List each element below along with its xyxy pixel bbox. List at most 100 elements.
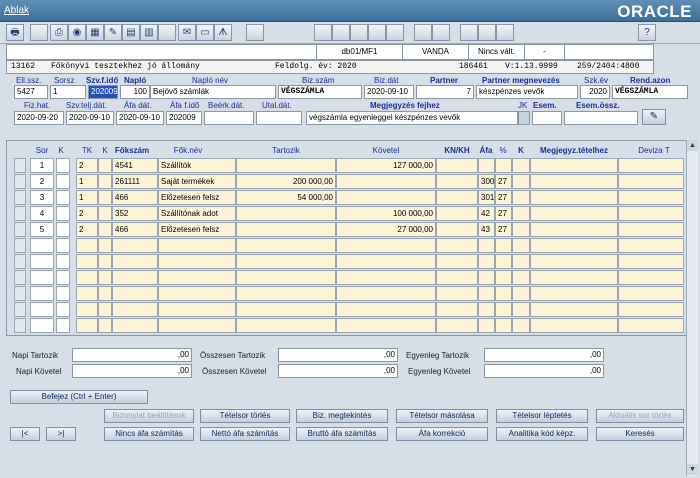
grid-cell-tk[interactable] — [76, 238, 98, 253]
field-partner-megn[interactable]: készpénzes vevők — [476, 85, 578, 99]
brutto-afa-button[interactable]: Bruttó áfa számítás — [296, 427, 388, 441]
grid-cell-foknev[interactable] — [158, 238, 236, 253]
grid-cell-foknev[interactable]: Előzetesen felsz — [158, 190, 236, 205]
field-beerk-dat[interactable] — [204, 111, 254, 125]
kereses-button[interactable]: Keresés — [596, 427, 684, 441]
grid-cell-col8[interactable] — [436, 286, 478, 301]
grid-cell-col12[interactable] — [530, 254, 618, 269]
bizonylat-beallitasok-button[interactable]: Bizonylat beállítások — [104, 409, 194, 423]
grid-cell-tk[interactable]: 2 — [76, 222, 98, 237]
grid-cell-foknev[interactable] — [158, 286, 236, 301]
row-selector[interactable] — [14, 254, 26, 269]
grid-cell-tartozik[interactable] — [236, 270, 336, 285]
row-selector[interactable] — [14, 302, 26, 317]
grid-cell-col11[interactable] — [512, 206, 530, 221]
field-esem-ossz[interactable] — [564, 111, 638, 125]
field-ell-ssz[interactable]: 5427 — [14, 85, 48, 99]
row-selector[interactable] — [14, 158, 26, 173]
grid-cell-tk[interactable]: 1 — [76, 190, 98, 205]
grid-cell-kovetel[interactable] — [336, 190, 436, 205]
scroll-up-icon[interactable]: ▲ — [687, 140, 698, 151]
grid-cell-sor[interactable]: 4 — [30, 206, 54, 221]
grid-cell-col1[interactable] — [56, 302, 70, 317]
grid-cell-afa[interactable] — [478, 270, 495, 285]
grid-cell-col11[interactable] — [512, 254, 530, 269]
grid-cell-col12[interactable] — [530, 302, 618, 317]
field-biz-szam[interactable]: VÉGSZÁMLA — [278, 85, 362, 99]
grid-cell-col13[interactable] — [618, 286, 684, 301]
blank-button[interactable]: . — [158, 24, 176, 41]
blank-button[interactable]: . — [332, 24, 350, 41]
grid-cell-col11[interactable] — [512, 190, 530, 205]
nincs-afa-button[interactable]: Nincs áfa számítás — [104, 427, 194, 441]
grid-cell-col8[interactable] — [436, 254, 478, 269]
grid-cell-col12[interactable] — [530, 174, 618, 189]
printer-icon[interactable]: 🖶 — [6, 24, 24, 41]
grid-cell-col3[interactable] — [98, 286, 112, 301]
grid-cell-foknev[interactable]: Saját termékek — [158, 174, 236, 189]
grid-cell-col1[interactable] — [56, 254, 70, 269]
grid-cell-sor[interactable]: 5 — [30, 222, 54, 237]
grid-cell-tartozik[interactable] — [236, 286, 336, 301]
grid-cell-col12[interactable] — [530, 286, 618, 301]
vertical-scrollbar[interactable]: ▲ ▼ — [686, 140, 698, 476]
blank-button[interactable]: . — [432, 24, 450, 41]
field-naplo-nev[interactable]: Bejövő számlák — [150, 85, 276, 99]
blank-button[interactable]: . — [496, 24, 514, 41]
grid-cell-fokszam[interactable]: 466 — [112, 190, 158, 205]
grid-cell-tartozik[interactable] — [236, 318, 336, 333]
grid-cell-tartozik[interactable] — [236, 302, 336, 317]
blank-button[interactable]: . — [460, 24, 478, 41]
grid-cell-col13[interactable] — [618, 158, 684, 173]
grid-cell-sor[interactable]: 2 — [30, 174, 54, 189]
blank-button[interactable]: . — [30, 24, 48, 41]
grid-cell-afa[interactable]: 300 — [478, 174, 495, 189]
grid-cell-tartozik[interactable] — [236, 158, 336, 173]
grid-cell-col8[interactable] — [436, 270, 478, 285]
grid-cell-foknev[interactable]: Szállítók — [158, 158, 236, 173]
grid-cell-col13[interactable] — [618, 302, 684, 317]
grid-cell-afa[interactable] — [478, 318, 495, 333]
grid-cell-sor[interactable] — [30, 238, 54, 253]
pencil-button[interactable]: ✎ — [642, 109, 666, 125]
grid-cell-afa[interactable] — [478, 238, 495, 253]
grid-cell-tk[interactable]: 1 — [76, 174, 98, 189]
grid-cell-col1[interactable] — [56, 158, 70, 173]
grid-cell-col12[interactable] — [530, 206, 618, 221]
grid-cell-tartozik[interactable] — [236, 254, 336, 269]
row-selector[interactable] — [14, 206, 26, 221]
field-szk-ev[interactable]: 2020 — [580, 85, 610, 99]
grid-cell-kovetel[interactable] — [336, 318, 436, 333]
field-szv-fido[interactable]: 202009 — [88, 85, 118, 99]
grid-cell-col11[interactable] — [512, 286, 530, 301]
grid-cell-fokszam[interactable]: 466 — [112, 222, 158, 237]
grid-cell-pct[interactable]: 27 — [495, 190, 512, 205]
grid-cell-kovetel[interactable]: 127 000,00 — [336, 158, 436, 173]
globe-icon[interactable]: ◉ — [68, 24, 86, 41]
grid-cell-pct[interactable] — [495, 254, 512, 269]
grid-cell-sor[interactable]: 3 — [30, 190, 54, 205]
biz-megtekintes-button[interactable]: Biz. megtekintés — [296, 409, 388, 423]
grid-cell-col3[interactable] — [98, 222, 112, 237]
grid-cell-afa[interactable] — [478, 302, 495, 317]
grid-cell-fokszam[interactable] — [112, 286, 158, 301]
row-selector[interactable] — [14, 174, 26, 189]
analitika-button[interactable]: Analitika kód képz. — [496, 427, 588, 441]
grid-cell-col3[interactable] — [98, 206, 112, 221]
grid-cell-afa[interactable] — [478, 254, 495, 269]
grid-cell-tk[interactable] — [76, 286, 98, 301]
grid-cell-col11[interactable] — [512, 318, 530, 333]
grid-cell-col13[interactable] — [618, 254, 684, 269]
grid-cell-fokszam[interactable]: 352 — [112, 206, 158, 221]
grid-cell-col3[interactable] — [98, 190, 112, 205]
tetelsor-masolasa-button[interactable]: Tételsor másolása — [396, 409, 488, 423]
grid-cell-fokszam[interactable] — [112, 302, 158, 317]
grid-cell-tartozik[interactable] — [236, 238, 336, 253]
grid-cell-kovetel[interactable]: 100 000,00 — [336, 206, 436, 221]
grid-cell-col11[interactable] — [512, 270, 530, 285]
grid-cell-col1[interactable] — [56, 222, 70, 237]
grid-cell-col11[interactable] — [512, 174, 530, 189]
grid-cell-tk[interactable]: 2 — [76, 206, 98, 221]
grid-cell-col3[interactable] — [98, 174, 112, 189]
grid-cell-tk[interactable] — [76, 270, 98, 285]
